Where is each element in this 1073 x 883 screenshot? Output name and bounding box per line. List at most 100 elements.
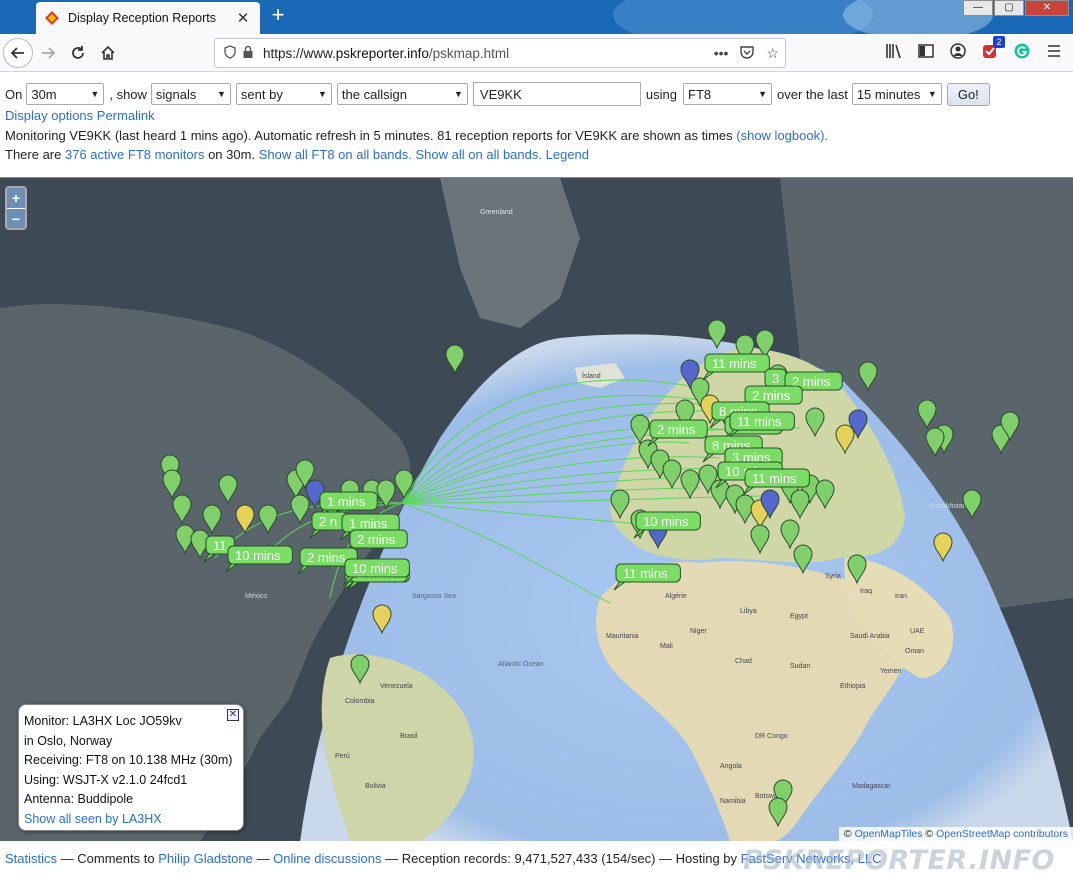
target-select[interactable]: the callsign ▼	[336, 83, 468, 105]
label-uae: UAE	[910, 628, 925, 635]
window-close-button[interactable]: ✕	[1025, 0, 1069, 16]
zoom-in-button[interactable]: +	[7, 188, 25, 208]
library-icon[interactable]	[883, 40, 905, 62]
label-venezuela: Venezuela	[380, 683, 413, 690]
direction-select[interactable]: sent by ▼	[235, 83, 332, 105]
label-sargasso: Sargasso Sea	[412, 593, 456, 600]
go-button[interactable]: Go!	[946, 82, 990, 106]
chevron-down-icon: ▼	[927, 89, 937, 99]
display-options-link[interactable]: Display options	[5, 108, 93, 123]
window-controls: — ▢ ✕	[962, 0, 1069, 16]
statistics-link[interactable]: Statistics	[5, 851, 57, 866]
attribution-copy-2: ©	[925, 828, 934, 840]
label-mexico: México	[245, 593, 267, 600]
back-button[interactable]	[3, 37, 33, 68]
on-label: On	[5, 86, 23, 102]
reception-time-text: 10 mins	[643, 514, 689, 529]
reception-time-text: 2 mins	[307, 550, 346, 565]
forward-button[interactable]	[33, 38, 63, 68]
label-niger: Niger	[690, 628, 707, 635]
permalink-link[interactable]: Permalink	[97, 108, 155, 123]
sidebar-icon[interactable]	[915, 40, 937, 62]
there-are-text: There are	[5, 147, 62, 162]
popup-location: in Oslo, Norway	[24, 733, 113, 748]
label-libya: Libya	[740, 608, 757, 615]
records-text: — Reception records: 9,471,527,433 (154/…	[385, 851, 738, 866]
page-actions-icon[interactable]: •••	[714, 45, 729, 62]
label-colombia: Colombia	[345, 698, 375, 705]
minimize-button[interactable]: —	[963, 0, 993, 16]
address-bar[interactable]: https://www.pskreporter.info/pskmap.html…	[214, 38, 786, 68]
active-monitors-link[interactable]: 376 active FT8 monitors	[65, 147, 204, 162]
home-button[interactable]	[93, 38, 123, 68]
close-popup-icon[interactable]: ✕	[227, 709, 239, 721]
url-host: pskreporter.info	[335, 45, 429, 61]
reception-map[interactable]: Greenland Ísland Atlantic Ocean Sargasso…	[0, 177, 1073, 841]
reception-time-text: 1 mins	[349, 516, 388, 531]
label-namibia: Namibia	[720, 798, 746, 805]
mode-select[interactable]: FT8 ▼	[683, 83, 772, 105]
show-select[interactable]: signals ▼	[150, 83, 231, 105]
pocket-icon[interactable]	[740, 45, 755, 62]
callsign-input[interactable]: VE9KK	[472, 82, 641, 106]
show-all-bands-link[interactable]: Show all on all bands.	[416, 147, 542, 162]
label-sudan: Sudan	[790, 663, 810, 670]
lock-icon[interactable]	[239, 45, 257, 62]
reception-time-text: 11 mins	[712, 356, 757, 371]
label-angola: Angola	[720, 763, 742, 770]
tab-close-icon[interactable]: ✕	[234, 9, 252, 27]
show-all-ft8-link[interactable]: Show all FT8 on all bands.	[259, 147, 412, 162]
monitoring-status: Monitoring VE9KK (last heard 1 mins ago)…	[5, 128, 828, 143]
reception-time-text: 10 mins	[235, 548, 281, 563]
label-ethiopia: Ethiopia	[840, 683, 865, 690]
direction-value: sent by	[240, 86, 283, 102]
label-oman: Oman	[905, 648, 924, 655]
label-iran: Iran	[895, 593, 907, 600]
bookmark-star-icon[interactable]: ☆	[766, 45, 779, 62]
account-icon[interactable]	[947, 40, 969, 62]
show-logbook-link[interactable]: (show logbook).	[736, 128, 828, 143]
band-select[interactable]: 30m ▼	[26, 83, 105, 105]
monitors-status: There are 376 active FT8 monitors on 30m…	[5, 147, 589, 162]
monitor-info-popup: ✕ Monitor: LA3HX Loc JO59kv in Oslo, Nor…	[18, 704, 244, 831]
tab-strip: Display Reception Reports ✕ + — ▢ ✕	[0, 0, 1073, 34]
label-saudi: Saudi Arabia	[850, 633, 890, 640]
reload-button[interactable]	[63, 38, 93, 68]
hamburger-menu-icon[interactable]	[1043, 40, 1065, 62]
label-kazakhstan: Kazakhstan	[930, 503, 967, 510]
browser-tab-active[interactable]: Display Reception Reports ✕	[36, 2, 260, 34]
url-text: https://www.pskreporter.info/pskmap.html	[263, 46, 714, 61]
toolbar-right: 2	[883, 36, 1065, 62]
popup-show-all-link[interactable]: Show all seen by LA3HX	[24, 810, 238, 830]
reception-time-text: 11 mins	[623, 566, 668, 581]
grammarly-icon[interactable]	[1011, 40, 1033, 62]
maximize-button[interactable]: ▢	[994, 0, 1024, 16]
label-iceland: Ísland	[582, 371, 601, 380]
tracking-shield-icon[interactable]	[221, 44, 239, 62]
zoom-out-button[interactable]: −	[7, 208, 25, 228]
show-label: , show	[109, 86, 147, 102]
label-yemen: Yemen	[880, 668, 902, 675]
openstreetmap-link[interactable]: OpenStreetMap contributors	[936, 828, 1068, 840]
new-tab-button[interactable]: +	[266, 4, 290, 28]
pskreporter-watermark: PSKREPORTER.INFO	[742, 845, 1055, 876]
reception-time-text: 2 n	[319, 514, 337, 529]
using-label: using	[645, 86, 677, 102]
target-value: the callsign	[341, 86, 407, 102]
author-link[interactable]: Philip Gladstone	[158, 851, 253, 866]
attribution-copy: ©	[843, 828, 852, 840]
extension-addon-icon[interactable]: 2	[979, 36, 1005, 62]
query-controls: On 30m ▼ , show signals ▼ sent by ▼ the cal…	[5, 82, 990, 106]
discussions-link[interactable]: Online discussions	[273, 851, 381, 866]
period-select[interactable]: 15 minutes ▼	[851, 83, 942, 105]
legend-link[interactable]: Legend	[546, 147, 589, 162]
tabstrip-background	[613, 0, 873, 34]
chevron-down-icon: ▼	[90, 89, 100, 99]
url-actions: ••• ☆	[714, 45, 779, 62]
openmaptiles-link[interactable]: OpenMapTiles	[855, 828, 923, 840]
url-path: /pskmap.html	[428, 45, 510, 61]
map-attribution: © OpenMapTiles © OpenStreetMap contribut…	[838, 827, 1073, 841]
label-iraq: Iraq	[860, 588, 872, 595]
comments-text: — Comments to	[60, 851, 155, 866]
label-madagascar: Madagascar	[852, 783, 891, 790]
